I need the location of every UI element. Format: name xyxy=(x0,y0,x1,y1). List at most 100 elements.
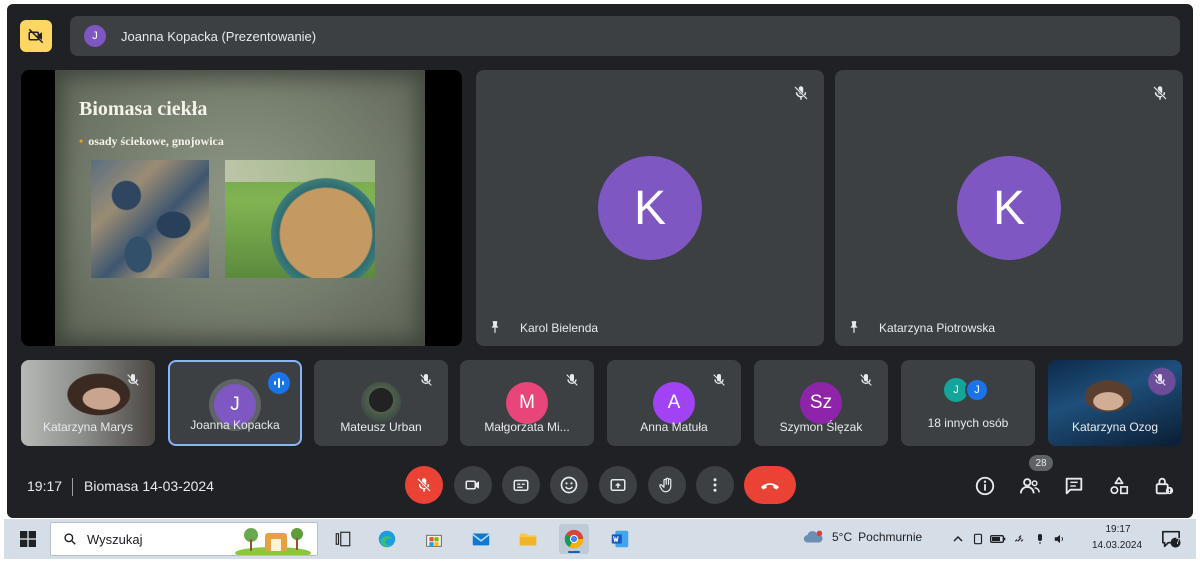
participant-tile-joanna[interactable]: J Joanna Kopacka xyxy=(168,360,302,446)
word-icon xyxy=(611,530,629,548)
info-icon xyxy=(975,476,995,496)
camera-off-indicator[interactable] xyxy=(20,20,52,52)
hang-up-icon xyxy=(761,483,779,490)
mic-off-icon xyxy=(566,374,578,386)
divider xyxy=(72,478,73,496)
presenter-bar[interactable]: J Joanna Kopacka (Prezentowanie) xyxy=(70,16,1180,56)
slide-title: Biomasa ciekła xyxy=(79,98,208,120)
emoji-icon xyxy=(560,476,578,494)
slide-bullet-text: osady ściekowe, gnojowica xyxy=(88,134,224,148)
leave-call-button[interactable] xyxy=(744,466,796,504)
sludge-photo xyxy=(91,160,209,278)
people-button[interactable] xyxy=(1019,475,1041,497)
mic-off-icon xyxy=(860,374,872,386)
presenter-avatar: J xyxy=(84,25,106,47)
mic-off-icon xyxy=(794,86,808,100)
presenter-label: Joanna Kopacka (Prezentowanie) xyxy=(121,28,317,44)
activities-button[interactable] xyxy=(1108,475,1130,497)
cloud-icon xyxy=(803,530,823,543)
chat-button[interactable] xyxy=(1063,475,1085,497)
host-controls-button[interactable] xyxy=(1153,475,1175,497)
participant-name: Szymon Ślęzak xyxy=(779,420,863,434)
folder-icon xyxy=(519,533,537,546)
taskbar-mail[interactable] xyxy=(466,524,496,554)
tank-shape xyxy=(271,178,375,278)
closed-captions-icon xyxy=(513,479,529,491)
participant-tile-katarzyna-m[interactable]: Katarzyna Marys xyxy=(21,360,155,446)
participant-tile-mateusz[interactable]: Mateusz Urban xyxy=(314,360,448,446)
more-vert-icon xyxy=(713,478,717,492)
tray-wifi[interactable] xyxy=(1012,531,1028,547)
windows-taskbar: Wyszukaj 5°C Pochmurnie 19:17 14.03.2024… xyxy=(4,519,1196,559)
participant-tile-anna[interactable]: A Anna Matuła xyxy=(607,360,741,446)
taskbar-store[interactable] xyxy=(419,524,449,554)
tray-overflow-button[interactable] xyxy=(950,531,966,547)
bullet-dot: • xyxy=(79,134,84,148)
participant-name: Katarzyna Ozog xyxy=(1071,420,1159,434)
store-icon xyxy=(426,534,442,547)
participant-name: Anna Matuła xyxy=(640,420,708,434)
participant-tile-szymon[interactable]: Sz Szymon Ślęzak xyxy=(754,360,888,446)
taskbar-chrome[interactable] xyxy=(559,524,589,554)
mic-off-icon xyxy=(127,374,139,386)
tray-battery[interactable] xyxy=(990,531,1006,547)
camera-toggle-button[interactable] xyxy=(454,466,492,504)
mic-toggle-button[interactable] xyxy=(405,466,443,504)
tray-app-icon xyxy=(973,533,983,545)
search-highlight-art xyxy=(235,528,311,555)
raise-hand-button[interactable] xyxy=(648,466,686,504)
video-camera-icon xyxy=(465,480,479,490)
participant-tile-katarzyna-p[interactable]: K Katarzyna Piotrowska xyxy=(835,70,1183,346)
mic-off-icon xyxy=(417,478,431,492)
others-count-label: 18 innych osób xyxy=(927,416,1009,430)
participant-tile-katarzyna-o[interactable]: Katarzyna Ozog xyxy=(1048,360,1182,446)
people-icon xyxy=(1019,478,1040,494)
chrome-icon xyxy=(564,529,584,549)
captions-button[interactable] xyxy=(502,466,540,504)
presentation-tile[interactable]: Biomasa ciekła • osady ściekowe, gnojowic… xyxy=(21,70,462,346)
mic-off-icon xyxy=(420,374,432,386)
shapes-icon xyxy=(1110,476,1129,495)
tray-mic[interactable] xyxy=(1032,531,1048,547)
mic-off-icon xyxy=(1153,86,1167,100)
video-off-icon xyxy=(28,28,44,44)
notifications-button[interactable]: 7 xyxy=(1160,529,1182,549)
participant-name: Mateusz Urban xyxy=(340,420,422,434)
tray-meet-button[interactable] xyxy=(970,531,986,547)
taskbar-search[interactable]: Wyszukaj xyxy=(50,522,318,556)
speaker-icon xyxy=(1054,534,1063,544)
weather-condition: Pochmurnie xyxy=(858,530,923,544)
search-icon xyxy=(64,533,76,545)
more-options-button[interactable] xyxy=(696,466,734,504)
task-view-icon xyxy=(335,531,351,547)
pin-icon xyxy=(850,321,858,333)
participant-tile-karol[interactable]: K Karol Bielenda xyxy=(476,70,824,346)
others-tile[interactable]: J J 18 innych osób xyxy=(901,360,1035,446)
windows-start-icon[interactable] xyxy=(20,531,36,547)
participant-tile-malgorzata[interactable]: M Małgorzata Mi... xyxy=(460,360,594,446)
participant-avatar: K xyxy=(598,156,702,260)
participant-name: Katarzyna Marys xyxy=(42,420,134,434)
taskbar-file-explorer[interactable] xyxy=(513,524,543,554)
participants-count-badge: 28 xyxy=(1029,455,1053,471)
present-icon xyxy=(610,479,626,491)
mic-off-icon xyxy=(1154,374,1166,386)
reactions-button[interactable] xyxy=(550,466,588,504)
weather-widget[interactable]: 5°C Pochmurnie xyxy=(802,529,922,545)
wifi-icon xyxy=(1014,535,1024,542)
notification-count: 7 xyxy=(1175,537,1181,546)
meet-window: J Joanna Kopacka (Prezentowanie) Biomasa… xyxy=(7,4,1193,518)
manure-tank-photo xyxy=(225,160,375,278)
taskbar-date[interactable]: 14.03.2024 xyxy=(1086,540,1148,551)
microphone-icon xyxy=(1038,534,1042,544)
taskbar-time[interactable]: 19:17 xyxy=(1092,524,1144,535)
present-screen-button[interactable] xyxy=(599,466,637,504)
audio-wave-icon xyxy=(274,378,284,388)
taskbar-word[interactable] xyxy=(605,524,635,554)
other-avatar: J xyxy=(965,378,989,402)
meeting-details-button[interactable] xyxy=(974,475,996,497)
participant-video xyxy=(361,382,401,422)
tray-volume[interactable] xyxy=(1052,531,1068,547)
taskbar-edge[interactable] xyxy=(372,524,402,554)
task-view-button[interactable] xyxy=(328,524,358,554)
